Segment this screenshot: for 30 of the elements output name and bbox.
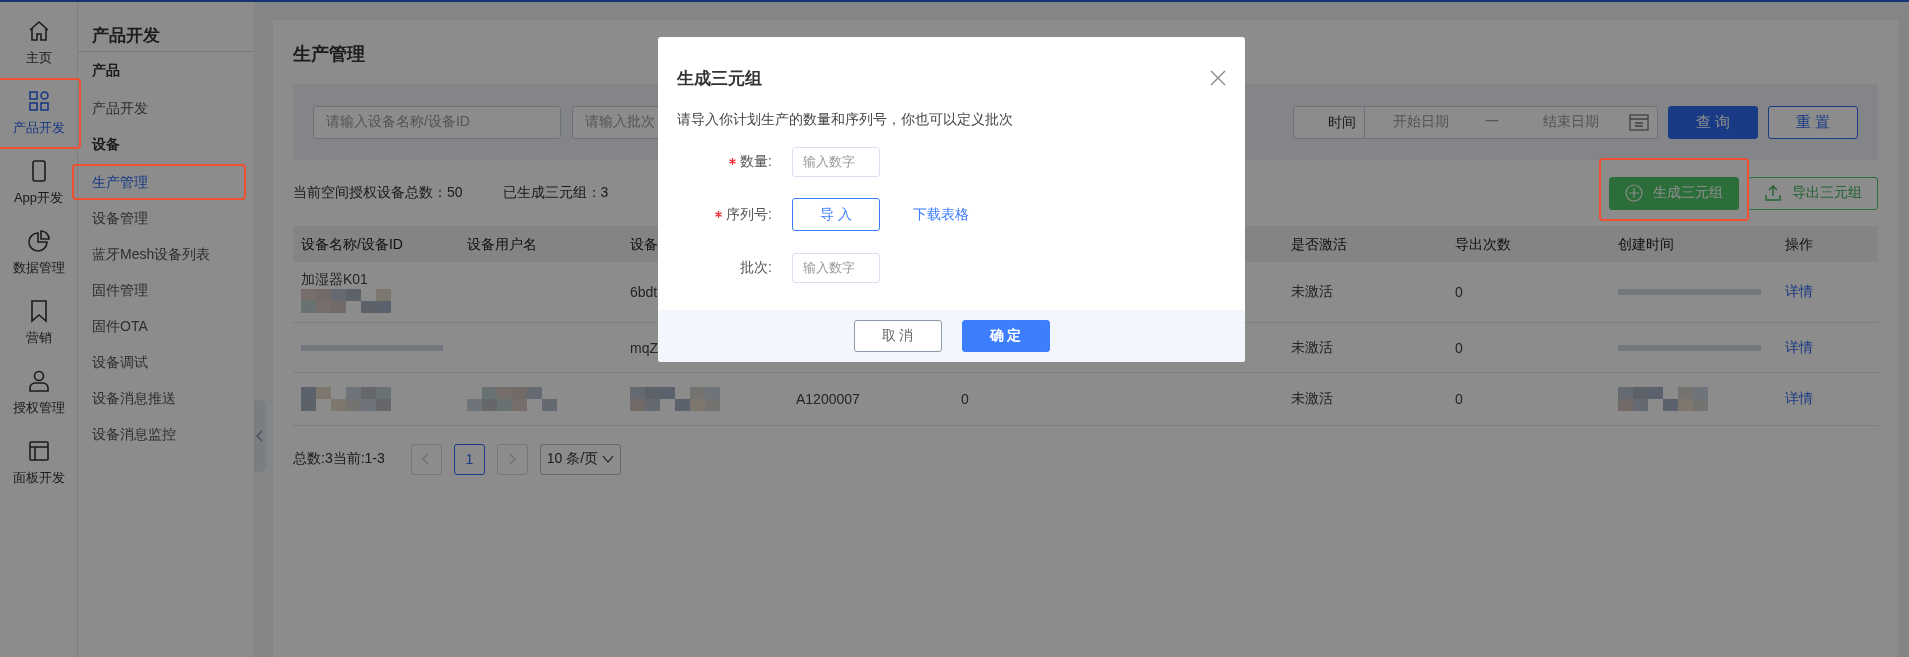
end-date: 结束日期 — [1542, 113, 1600, 131]
column-header: 导出次数 — [1447, 226, 1610, 262]
table-cell: A1200007 — [796, 391, 860, 407]
field-label: 序列号: — [726, 205, 772, 224]
table-cell: 未激活 — [1291, 283, 1333, 301]
table-cell: 未激活 — [1291, 390, 1333, 408]
column-header: 创建时间 — [1610, 226, 1777, 262]
date-label: 时间 — [1294, 106, 1365, 138]
dialog-title: 生成三元组 — [677, 67, 762, 90]
table-cell: mqZ — [630, 339, 658, 356]
table-cell: 6bdt — [630, 284, 658, 300]
column-header: 设备用户名 — [459, 226, 622, 262]
page-title: 生产管理 — [293, 43, 365, 66]
table-cell: 0 — [961, 391, 969, 407]
table-cell: 未激活 — [1291, 338, 1333, 357]
pagination-summary: 总数:3当前:1-3 — [293, 450, 385, 468]
table-cell: 0 — [1455, 339, 1463, 356]
column-header: 操作 — [1777, 226, 1878, 262]
column-header: 设备名称/设备ID — [293, 226, 459, 262]
table-cell: 加湿器K01 — [301, 271, 368, 289]
table-cell: 0 — [1455, 284, 1463, 300]
table-cell: 0 — [1455, 391, 1463, 407]
field-label: 数量: — [740, 152, 772, 171]
column-header: 是否激活 — [1283, 226, 1447, 262]
stat-text: 已生成三元组：3 — [502, 184, 609, 202]
date-separator: 一 — [1484, 113, 1500, 131]
dialog-description: 请导入你计划生产的数量和序列号，你也可以定义批次 — [676, 110, 1014, 129]
nav-group-heading: 设备 — [90, 136, 121, 154]
nav-group-heading: 产品 — [91, 62, 121, 80]
stat-text: 当前空间授权设备总数：50 — [293, 184, 463, 202]
